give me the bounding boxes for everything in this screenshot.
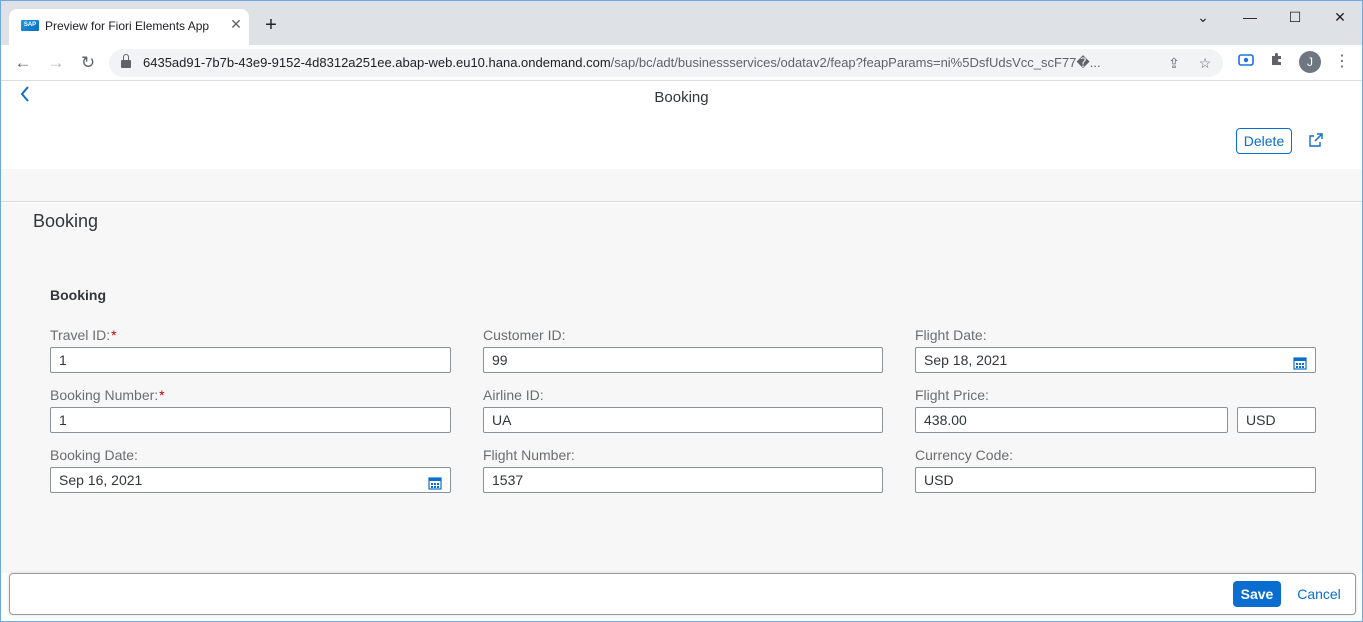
calendar-icon[interactable] [428, 473, 442, 490]
airline-id-label: Airline ID: [483, 387, 544, 403]
app-shellbar: Booking [1, 81, 1362, 113]
lock-icon [121, 54, 131, 68]
maximize-icon[interactable]: ☐ [1275, 5, 1315, 29]
currency-code-input[interactable]: USD [915, 467, 1316, 493]
customer-id-label: Customer ID: [483, 327, 566, 343]
required-mark: * [159, 387, 165, 403]
object-page-content: Booking Booking Travel ID:* 1 Booking Nu… [1, 203, 1362, 573]
flight-number-label: Flight Number: [483, 447, 575, 463]
new-tab-icon[interactable]: + [260, 15, 282, 37]
url-text[interactable]: 6435ad91-7b7b-43e9-9152-4d8312a251ee.aba… [143, 55, 1153, 71]
sap-favicon-icon: SAP [21, 20, 39, 31]
profile-avatar[interactable]: J [1299, 51, 1321, 73]
cancel-button[interactable]: Cancel [1293, 581, 1345, 607]
delete-button[interactable]: Delete [1236, 128, 1292, 154]
bookmark-star-icon[interactable]: ☆ [1195, 53, 1215, 73]
url-host: 6435ad91-7b7b-43e9-9152-4d8312a251ee.aba… [143, 55, 611, 70]
required-mark: * [111, 327, 117, 343]
save-button[interactable]: Save [1233, 581, 1281, 607]
forward-arrow-icon[interactable]: → [44, 51, 68, 75]
flight-date-value: Sep 18, 2021 [924, 352, 1008, 368]
close-window-icon[interactable]: ✕ [1320, 5, 1360, 29]
object-header-actions: Delete [1, 113, 1362, 169]
flight-number-input[interactable]: 1537 [483, 467, 883, 493]
booking-date-label: Booking Date: [50, 447, 138, 463]
browser-toolbar: ← → ↻ 6435ad91-7b7b-43e9-9152-4d8312a251… [1, 45, 1362, 81]
flight-date-picker[interactable]: Sep 18, 2021 [915, 347, 1316, 373]
section-title: Booking [50, 287, 106, 303]
calendar-icon[interactable] [1293, 353, 1307, 370]
flight-price-currency-input[interactable]: USD [1237, 407, 1316, 433]
address-bar[interactable]: 6435ad91-7b7b-43e9-9152-4d8312a251ee.aba… [109, 49, 1223, 77]
booking-date-picker[interactable]: Sep 16, 2021 [50, 467, 451, 493]
browser-tab[interactable]: SAP Preview for Fiori Elements App ✕ [9, 9, 249, 45]
object-title: Booking [33, 211, 99, 231]
browser-menu-icon[interactable]: ⋮ [1331, 51, 1353, 73]
back-arrow-icon[interactable]: ← [11, 51, 35, 75]
shell-title: Booking [654, 89, 709, 106]
screen-capture-icon[interactable] [1235, 51, 1257, 73]
close-tab-icon[interactable]: ✕ [227, 15, 245, 33]
booking-date-value: Sep 16, 2021 [59, 472, 143, 488]
extensions-puzzle-icon[interactable] [1266, 51, 1288, 73]
flight-price-label: Flight Price: [915, 387, 989, 403]
flight-price-input[interactable]: 438.00 [915, 407, 1228, 433]
airline-id-input[interactable]: UA [483, 407, 883, 433]
flight-date-label: Flight Date: [915, 327, 987, 343]
browser-tabstrip: SAP Preview for Fiori Elements App ✕ + ⌄… [1, 1, 1362, 45]
booking-number-input[interactable]: 1 [50, 407, 451, 433]
tab-title: Preview for Fiori Elements App [45, 19, 210, 33]
share-icon[interactable] [1307, 131, 1325, 149]
footer-toolbar: Save Cancel [9, 573, 1356, 615]
booking-number-label: Booking Number:* [50, 387, 165, 403]
customer-id-input[interactable]: 99 [483, 347, 883, 373]
reload-icon[interactable]: ↻ [76, 51, 100, 75]
currency-code-label: Currency Code: [915, 447, 1014, 463]
travel-id-label: Travel ID:* [50, 327, 117, 343]
tab-search-chevron-icon[interactable]: ⌄ [1183, 5, 1223, 29]
url-path: /sap/bc/adt/businessservices/odatav2/fea… [610, 55, 1101, 70]
share-page-icon[interactable]: ⇪ [1164, 53, 1184, 73]
minimize-icon[interactable]: — [1230, 5, 1270, 29]
travel-id-input[interactable]: 1 [50, 347, 451, 373]
object-header-band [1, 169, 1362, 202]
